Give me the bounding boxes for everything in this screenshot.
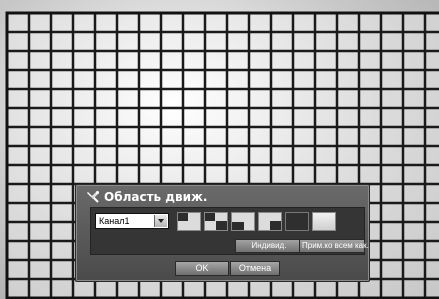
- channel-select-value: Канал1: [99, 216, 130, 226]
- layout-block: [232, 222, 244, 230]
- channel-select[interactable]: Канал1: [95, 213, 169, 229]
- layout-quadrant-tl-button[interactable]: [177, 212, 201, 231]
- chevron-down-icon[interactable]: [154, 215, 167, 227]
- layout-quadrant-br-button[interactable]: [258, 212, 282, 231]
- dialog-title: Область движ.: [86, 189, 208, 205]
- individual-button[interactable]: Индивид.: [235, 239, 303, 253]
- layout-none-button[interactable]: [312, 212, 336, 231]
- layout-block: [216, 221, 227, 230]
- layout-quadrant-tr-button[interactable]: [204, 212, 228, 231]
- tool-icon: [87, 191, 99, 203]
- layout-full-button[interactable]: [285, 212, 309, 231]
- dialog-title-text: Область движ.: [104, 190, 208, 204]
- settings-panel: Канал1 Индивид. Прим.ко всем как.: [90, 207, 369, 255]
- apply-all-button[interactable]: Прим.ко всем как.: [299, 239, 369, 253]
- layout-block: [270, 221, 281, 230]
- layout-quadrant-bl-button[interactable]: [231, 212, 255, 231]
- layout-block: [178, 213, 188, 221]
- cancel-button[interactable]: Отмена: [230, 261, 280, 276]
- ok-button[interactable]: OK: [175, 261, 229, 276]
- motion-area-dialog: Область движ. Канал1 Индивид. Прим.ко вс…: [75, 184, 370, 282]
- layout-block: [205, 213, 215, 221]
